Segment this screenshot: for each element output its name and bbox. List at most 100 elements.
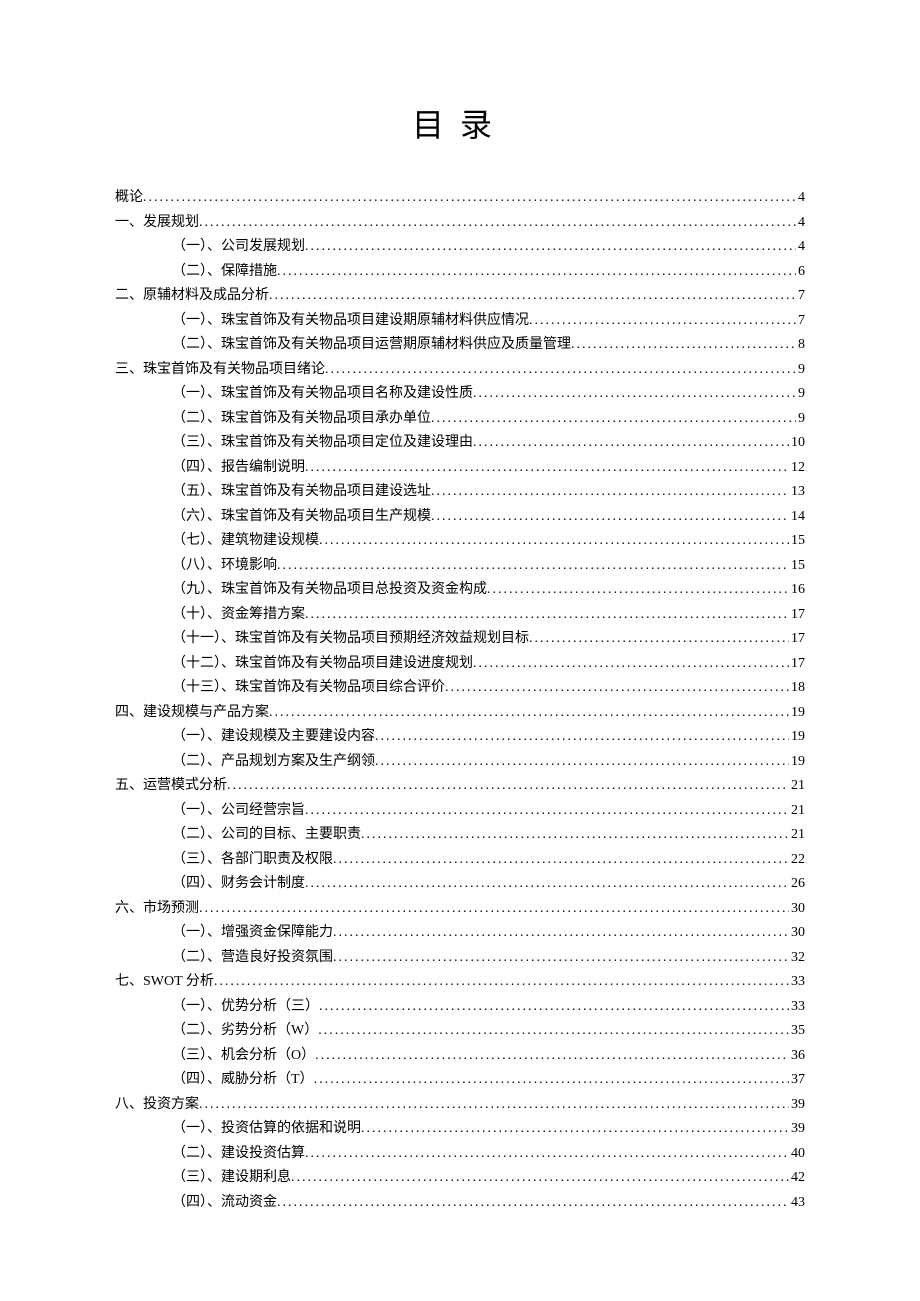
toc-entry-label: （六）、珠宝首饰及有关物品项目生产规模 bbox=[172, 505, 431, 530]
toc-entry: （四）、报告编制说明12 bbox=[115, 456, 805, 481]
toc-entry-page: 36 bbox=[789, 1044, 805, 1069]
toc-entry: 五、运营模式分析21 bbox=[115, 774, 805, 799]
toc-entry-page: 37 bbox=[789, 1068, 805, 1093]
toc-entry: （八）、环境影响15 bbox=[115, 554, 805, 579]
toc-entry-page: 26 bbox=[789, 872, 805, 897]
toc-entry-label: （四）、流动资金 bbox=[172, 1191, 277, 1216]
toc-entry-page: 17 bbox=[789, 652, 805, 677]
toc-entry: （一）、优势分析（三） 33 bbox=[115, 995, 805, 1020]
toc-leader-dots bbox=[314, 1068, 789, 1093]
toc-leader-dots bbox=[333, 921, 789, 946]
toc-entry-page: 33 bbox=[789, 995, 805, 1020]
toc-entry-label: （一）、投资估算的依据和说明 bbox=[172, 1117, 361, 1142]
toc-entry: （二）、珠宝首饰及有关物品项目运营期原辅材料供应及质量管理8 bbox=[115, 333, 805, 358]
toc-entry-label: （五）、珠宝首饰及有关物品项目建设选址 bbox=[172, 480, 431, 505]
toc-entry-page: 4 bbox=[796, 186, 805, 211]
toc-entry-label: （二）、公司的目标、主要职责 bbox=[172, 823, 361, 848]
toc-entry-label: （二）、保障措施 bbox=[172, 260, 277, 285]
toc-leader-dots bbox=[431, 505, 789, 530]
toc-entry-label: （一）、珠宝首饰及有关物品项目名称及建设性质 bbox=[172, 382, 473, 407]
toc-entry-label: （二）、建设投资估算 bbox=[172, 1142, 305, 1167]
toc-leader-dots bbox=[305, 235, 796, 260]
toc-entry: （五）、珠宝首饰及有关物品项目建设选址 13 bbox=[115, 480, 805, 505]
toc-leader-dots bbox=[305, 1142, 789, 1167]
toc-entry-page: 10 bbox=[789, 431, 805, 456]
toc-entry-label: （一）、优势分析（三） bbox=[172, 995, 319, 1020]
toc-entry-page: 13 bbox=[789, 480, 805, 505]
toc-entry-page: 8 bbox=[796, 333, 805, 358]
toc-entry-page: 7 bbox=[796, 284, 805, 309]
toc-entry-page: 4 bbox=[796, 211, 805, 236]
toc-leader-dots bbox=[315, 1044, 789, 1069]
toc-entry-page: 40 bbox=[789, 1142, 805, 1167]
toc-leader-dots bbox=[431, 407, 796, 432]
toc-entry-label: （一）、公司发展规划 bbox=[172, 235, 305, 260]
toc-leader-dots bbox=[199, 211, 796, 236]
toc-entry-page: 22 bbox=[789, 848, 805, 873]
toc-leader-dots bbox=[333, 848, 789, 873]
toc-entry-label: 八、投资方案 bbox=[115, 1093, 199, 1118]
toc-entry-page: 32 bbox=[789, 946, 805, 971]
toc-entry-label: （二）、劣势分析（W） bbox=[172, 1019, 318, 1044]
toc-entry: 八、投资方案 39 bbox=[115, 1093, 805, 1118]
toc-leader-dots bbox=[227, 774, 789, 799]
toc-entry-page: 19 bbox=[789, 701, 805, 726]
toc-entry-label: （三）、珠宝首饰及有关物品项目定位及建设理由 bbox=[172, 431, 473, 456]
toc-entry: （一）、投资估算的依据和说明 39 bbox=[115, 1117, 805, 1142]
table-of-contents: 概论4一、发展规划4（一）、公司发展规划4（二）、保障措施6二、原辅材料及成品分… bbox=[115, 186, 805, 1215]
toc-leader-dots bbox=[143, 186, 796, 211]
toc-entry: （四）、威胁分析（T） 37 bbox=[115, 1068, 805, 1093]
toc-leader-dots bbox=[319, 529, 789, 554]
toc-entry: （一）、公司经营宗旨21 bbox=[115, 799, 805, 824]
toc-entry-page: 18 bbox=[789, 676, 805, 701]
toc-entry-label: （十二）、珠宝首饰及有关物品项目建设进度规划 bbox=[172, 652, 473, 677]
toc-entry: 二、原辅材料及成品分析7 bbox=[115, 284, 805, 309]
toc-entry-page: 17 bbox=[789, 627, 805, 652]
toc-leader-dots bbox=[375, 750, 789, 775]
toc-entry: （一）、增强资金保障能力30 bbox=[115, 921, 805, 946]
toc-entry: （九）、珠宝首饰及有关物品项目总投资及资金构成16 bbox=[115, 578, 805, 603]
toc-leader-dots bbox=[269, 284, 796, 309]
toc-entry: （一）、珠宝首饰及有关物品项目建设期原辅材料供应情况7 bbox=[115, 309, 805, 334]
toc-leader-dots bbox=[277, 554, 789, 579]
toc-entry-label: （一）、建设规模及主要建设内容 bbox=[172, 725, 375, 750]
toc-entry: （三）、珠宝首饰及有关物品项目定位及建设理由 10 bbox=[115, 431, 805, 456]
toc-leader-dots bbox=[529, 627, 789, 652]
toc-entry-label: （九）、珠宝首饰及有关物品项目总投资及资金构成 bbox=[172, 578, 487, 603]
toc-leader-dots bbox=[333, 946, 789, 971]
toc-entry: （二）、产品规划方案及生产纲领19 bbox=[115, 750, 805, 775]
toc-entry: （一）、珠宝首饰及有关物品项目名称及建设性质9 bbox=[115, 382, 805, 407]
toc-entry-label: 五、运营模式分析 bbox=[115, 774, 227, 799]
toc-entry: （二）、公司的目标、主要职责21 bbox=[115, 823, 805, 848]
toc-entry: （三）、建设期利息42 bbox=[115, 1166, 805, 1191]
toc-entry: （二）、营造良好投资氛围32 bbox=[115, 946, 805, 971]
toc-entry-page: 30 bbox=[789, 897, 805, 922]
toc-entry-label: （四）、报告编制说明 bbox=[172, 456, 305, 481]
toc-leader-dots bbox=[269, 701, 789, 726]
toc-entry: （三）、各部门职责及权限22 bbox=[115, 848, 805, 873]
toc-entry-page: 17 bbox=[789, 603, 805, 628]
toc-entry-label: （四）、威胁分析（T） bbox=[172, 1068, 314, 1093]
toc-entry-label: （八）、环境影响 bbox=[172, 554, 277, 579]
toc-leader-dots bbox=[325, 358, 796, 383]
toc-entry-page: 39 bbox=[789, 1093, 805, 1118]
toc-entry: （二）、劣势分析（W）35 bbox=[115, 1019, 805, 1044]
toc-entry-page: 15 bbox=[789, 529, 805, 554]
toc-entry-label: 七、SWOT 分析 bbox=[115, 970, 214, 995]
toc-entry: 七、SWOT 分析33 bbox=[115, 970, 805, 995]
toc-entry-page: 42 bbox=[789, 1166, 805, 1191]
toc-entry-label: 一、发展规划 bbox=[115, 211, 199, 236]
toc-leader-dots bbox=[487, 578, 789, 603]
toc-entry-page: 21 bbox=[789, 799, 805, 824]
toc-leader-dots bbox=[214, 970, 789, 995]
toc-entry-page: 43 bbox=[789, 1191, 805, 1216]
toc-entry: （十三）、珠宝首饰及有关物品项目综合评价18 bbox=[115, 676, 805, 701]
toc-leader-dots bbox=[199, 897, 789, 922]
toc-entry: 概论4 bbox=[115, 186, 805, 211]
toc-entry: （四）、财务会计制度26 bbox=[115, 872, 805, 897]
toc-entry: （一）、公司发展规划4 bbox=[115, 235, 805, 260]
toc-entry: 六、市场预测30 bbox=[115, 897, 805, 922]
toc-entry-page: 30 bbox=[789, 921, 805, 946]
toc-entry: （六）、珠宝首饰及有关物品项目生产规模14 bbox=[115, 505, 805, 530]
toc-entry-page: 39 bbox=[789, 1117, 805, 1142]
